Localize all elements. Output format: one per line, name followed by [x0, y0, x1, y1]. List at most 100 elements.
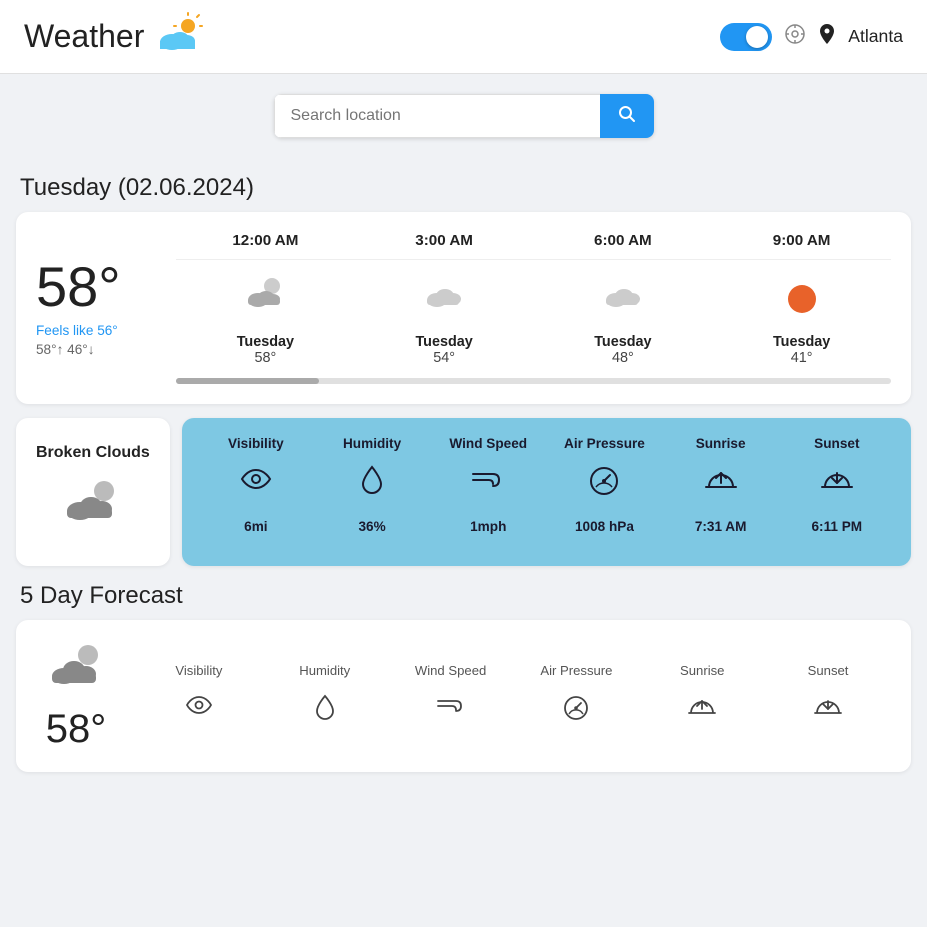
hour-icon-0: [176, 274, 355, 324]
search-section: [0, 74, 927, 158]
temp-range: 58°↑ 46°↓: [36, 342, 176, 357]
sunset-value: 6:11 PM: [812, 519, 863, 534]
hour-icon-3: [712, 274, 891, 324]
forecast-stats-icons: [136, 694, 891, 729]
stat-col-visibility: Visibility: [198, 436, 314, 451]
day-temp-3: Tuesday 41°: [712, 334, 891, 366]
wind-icon-col: [430, 465, 546, 505]
forecast-humidity-icon: [262, 694, 387, 729]
current-temperature: 58°: [36, 259, 176, 315]
wind-icon: [471, 465, 505, 498]
visibility-icon-col: [198, 465, 314, 505]
stats-values-row: 6mi 36% 1mph 1008 hPa 7:31 AM 6:11 PM: [198, 519, 895, 534]
air-pressure-label: Air Pressure: [564, 436, 645, 451]
stats-header-row: Visibility Humidity Wind Speed Air Press…: [198, 436, 895, 451]
current-temp-section: 58° Feels like 56° 58°↑ 46°↓: [36, 232, 176, 384]
main-content: Tuesday (02.06.2024) 58° Feels like 56° …: [0, 158, 927, 792]
day-temp-0: Tuesday 58°: [176, 334, 355, 366]
condition-label: Broken Clouds: [36, 443, 150, 464]
wind-speed-label: Wind Speed: [449, 436, 527, 451]
sunset-icon: [820, 465, 854, 503]
details-row: Broken Clouds Visibility Humidity: [16, 418, 911, 566]
search-button[interactable]: [600, 94, 654, 138]
progress-row: [176, 378, 891, 384]
condition-card: Broken Clouds: [16, 418, 170, 566]
pressure-icon: [588, 465, 620, 505]
feels-like: Feels like 56°: [36, 323, 176, 338]
stats-card: Visibility Humidity Wind Speed Air Press…: [182, 418, 911, 566]
forecast-day-icon: [44, 640, 109, 707]
forecast-icon-section: 58°: [36, 640, 116, 752]
day-temp-2: Tuesday 48°: [534, 334, 713, 366]
icon-row: [176, 260, 891, 334]
toggle-switch[interactable]: [720, 23, 772, 51]
stats-icons-row: [198, 465, 895, 505]
temp-high: 58°: [36, 342, 57, 357]
pressure-value: 1008 hPa: [575, 519, 634, 534]
forecast-stats-section: Visibility Humidity Wind Speed Air Press…: [136, 663, 891, 729]
visibility-icon: [240, 465, 272, 498]
hour-icon-1: [355, 274, 534, 324]
visibility-label: Visibility: [228, 436, 284, 451]
time-3: 9:00 AM: [712, 232, 891, 249]
stat-col-sunrise: Sunrise: [663, 436, 779, 451]
hourly-slots: 12:00 AM 3:00 AM 6:00 AM 9:00 AM: [176, 232, 891, 384]
humidity-value-col: 36%: [314, 519, 430, 534]
day-temp-1: Tuesday 54°: [355, 334, 534, 366]
hour-icon-2: [534, 274, 713, 324]
app-header: Weather: [0, 0, 927, 74]
wind-value-col: 1mph: [430, 519, 546, 534]
stat-col-pressure: Air Pressure: [547, 436, 663, 451]
forecast-sunset-icon: [765, 694, 890, 729]
sunset-icon-col: [779, 465, 895, 505]
location-pin-icon: [818, 23, 836, 51]
temp-low: 46°: [67, 342, 88, 357]
pressure-icon-col: [547, 465, 663, 505]
location-name: Atlanta: [848, 26, 903, 47]
day-label: Tuesday (02.06.2024): [16, 158, 911, 212]
stat-col-wind: Wind Speed: [430, 436, 546, 451]
forecast-pressure-icon: [514, 694, 639, 729]
humidity-value: 36%: [358, 519, 385, 534]
humidity-label: Humidity: [343, 436, 401, 451]
forecast-sunrise-label: Sunrise: [640, 663, 765, 678]
app-title: Weather: [24, 18, 144, 55]
sunrise-value-col: 7:31 AM: [663, 519, 779, 534]
progress-bar-fill: [176, 378, 319, 384]
day-temp-row: Tuesday 58° Tuesday 54° Tuesday 48° Tues…: [176, 334, 891, 366]
time-2: 6:00 AM: [534, 232, 713, 249]
sunrise-label: Sunrise: [696, 436, 746, 451]
time-row: 12:00 AM 3:00 AM 6:00 AM 9:00 AM: [176, 232, 891, 260]
time-0: 12:00 AM: [176, 232, 355, 249]
forecast-wind-icon: [388, 694, 513, 729]
forecast-visibility-icon: [136, 694, 261, 729]
sunrise-icon: [704, 465, 738, 503]
sunrise-icon-col: [663, 465, 779, 505]
wind-value: 1mph: [470, 519, 506, 534]
sunrise-value: 7:31 AM: [695, 519, 747, 534]
forecast-temp: 58°: [46, 707, 107, 752]
header-right: Atlanta: [720, 23, 903, 51]
stat-col-sunset: Sunset: [779, 436, 895, 451]
forecast-sunrise-icon: [640, 694, 765, 729]
stat-col-humidity: Humidity: [314, 436, 430, 451]
visibility-value: 6mi: [244, 519, 267, 534]
humidity-icon-col: [314, 465, 430, 505]
humidity-icon: [361, 465, 383, 503]
sunset-label: Sunset: [814, 436, 859, 451]
hourly-card: 58° Feels like 56° 58°↑ 46°↓ 12:00 AM 3:…: [16, 212, 911, 404]
forecast-stats-header: Visibility Humidity Wind Speed Air Press…: [136, 663, 891, 678]
gps-icon: [784, 23, 806, 51]
header-left: Weather: [24, 12, 206, 61]
cloud-sun-icon: [154, 12, 206, 61]
forecast-humidity-label: Humidity: [262, 663, 387, 678]
forecast-wind-label: Wind Speed: [388, 663, 513, 678]
search-input[interactable]: [274, 94, 600, 138]
forecast-sunset-label: Sunset: [765, 663, 890, 678]
forecast-title: 5 Day Forecast: [16, 566, 911, 620]
progress-bar-track: [176, 378, 891, 384]
forecast-visibility-label: Visibility: [136, 663, 261, 678]
forecast-card: 58° Visibility Humidity Wind Speed Air P…: [16, 620, 911, 772]
sunset-value-col: 6:11 PM: [779, 519, 895, 534]
visibility-value-col: 6mi: [198, 519, 314, 534]
